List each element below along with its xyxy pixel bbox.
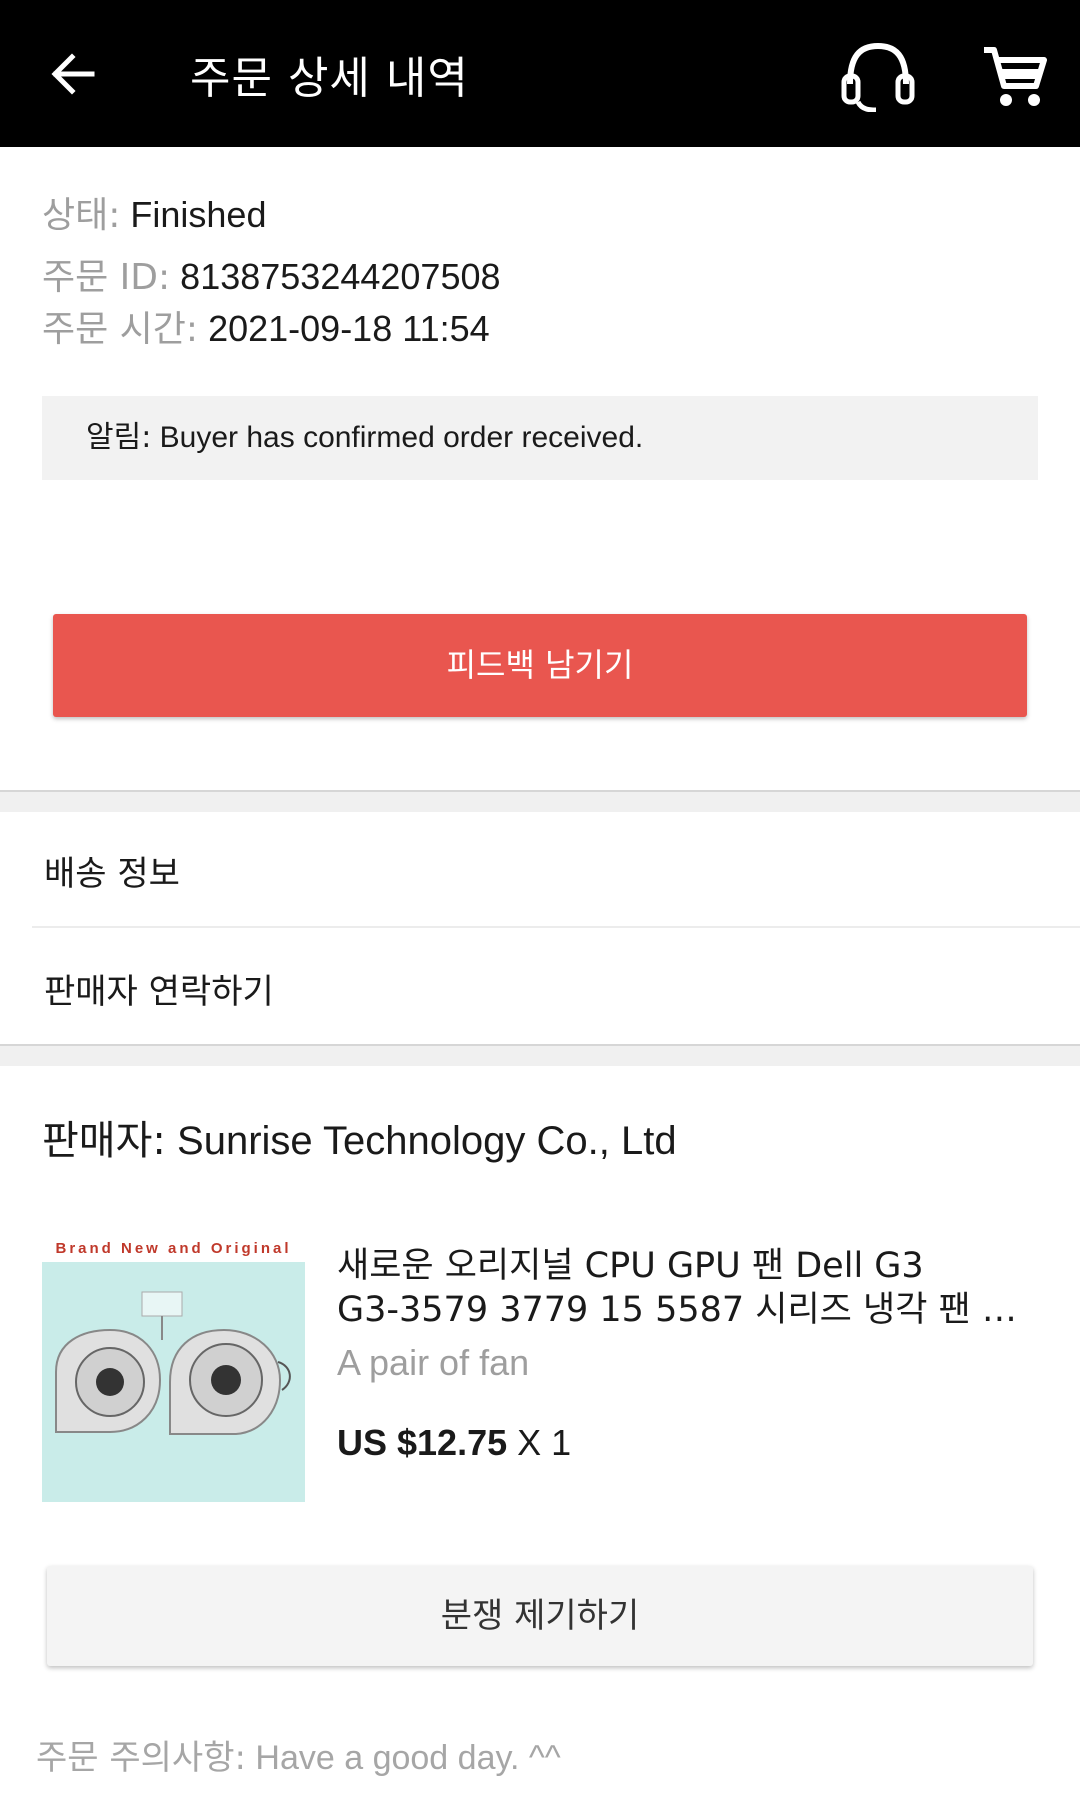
seller-label: 판매자: <box>42 1118 166 1164</box>
headset-support-icon[interactable] <box>838 40 918 112</box>
product-title-line2: G3-3579 3779 15 5587 시리즈 냉각 팬 쿨... <box>337 1290 1037 1330</box>
order-id-label: 주문 ID: <box>42 257 171 298</box>
order-status-row: 상태: Finished <box>42 190 266 241</box>
order-id-value: 8138753244207508 <box>180 256 501 297</box>
status-value: Finished <box>130 194 267 235</box>
product-image[interactable]: Brand New and Original <box>42 1236 305 1502</box>
leave-feedback-button[interactable]: 피드백 남기기 <box>53 614 1027 717</box>
shipping-info-item[interactable]: 배송 정보 <box>44 846 180 895</box>
item-divider <box>32 926 1080 928</box>
product-quantity: X 1 <box>517 1422 572 1463</box>
product-price: US $12.75 <box>337 1422 508 1463</box>
section-divider <box>0 790 1080 812</box>
seller-name: Sunrise Technology Co., Ltd <box>177 1119 677 1163</box>
notice-text: Buyer has confirmed order received. <box>159 421 644 454</box>
page-title: 주문 상세 내역 <box>190 53 469 104</box>
status-label: 상태: <box>42 195 121 236</box>
product-price-row: US $12.75 X 1 <box>337 1422 571 1464</box>
order-note: 주문 주의사항: Have a good day. ^^ <box>36 1730 561 1779</box>
product-title[interactable]: 새로운 오리지널 CPU GPU 팬 Dell G3 G3-3579 3779 … <box>337 1244 1037 1332</box>
notice-box: 알림: Buyer has confirmed order received. <box>42 396 1038 480</box>
order-note-label: 주문 주의사항: <box>36 1738 246 1778</box>
order-note-text: Have a good day. ^^ <box>255 1739 561 1777</box>
seller-name-row: 판매자: Sunrise Technology Co., Ltd <box>42 1108 677 1166</box>
section-divider <box>0 1044 1080 1066</box>
order-time-row: 주문 시간: 2021-09-18 11:54 <box>42 304 490 355</box>
order-time-label: 주문 시간: <box>42 309 199 350</box>
cooling-fan-image <box>55 1291 291 1435</box>
product-variant: A pair of fan <box>337 1342 530 1383</box>
order-time-value: 2021-09-18 11:54 <box>208 308 490 349</box>
app-bar: 주문 상세 내역 <box>0 0 1080 147</box>
product-title-line1: 새로운 오리지널 CPU GPU 팬 Dell G3 <box>337 1246 924 1286</box>
contact-seller-item[interactable]: 판매자 연락하기 <box>44 964 274 1013</box>
shopping-cart-icon[interactable] <box>982 44 1048 110</box>
open-dispute-button[interactable]: 분쟁 제기하기 <box>47 1566 1033 1666</box>
back-arrow-icon[interactable] <box>44 44 104 104</box>
notice-label: 알림: <box>86 420 152 455</box>
order-id-row: 주문 ID: 8138753244207508 <box>42 252 501 303</box>
product-image-banner: Brand New and Original <box>42 1236 305 1262</box>
